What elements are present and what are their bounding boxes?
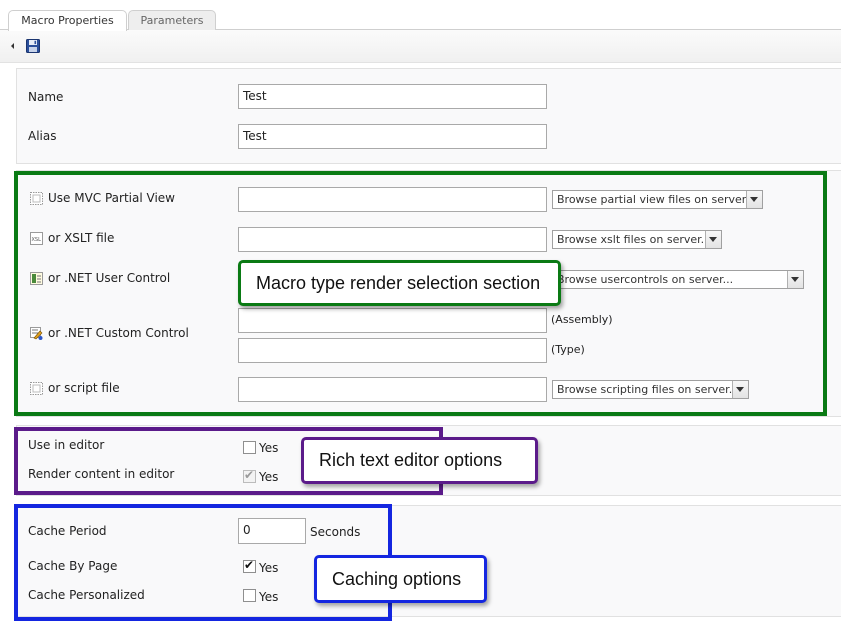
tab-macro-properties[interactable]: Macro Properties: [8, 10, 127, 31]
toolbar: [0, 30, 841, 63]
name-label: Name: [28, 90, 64, 104]
name-input[interactable]: Test: [238, 84, 547, 109]
cache-section-callout: Caching options: [314, 555, 487, 603]
properties-panel: Name Test Alias Test: [16, 68, 841, 164]
tab-bar: Macro Properties Parameters: [0, 0, 841, 31]
triangle-left-icon[interactable]: [11, 43, 14, 49]
editor-section-callout: Rich text editor options: [301, 437, 538, 484]
render-section-callout: Macro type render selection section: [238, 260, 561, 306]
alias-input[interactable]: Test: [238, 124, 547, 149]
floppy-disk-icon[interactable]: [26, 39, 40, 53]
tab-parameters[interactable]: Parameters: [128, 10, 216, 30]
alias-label: Alias: [28, 129, 57, 143]
